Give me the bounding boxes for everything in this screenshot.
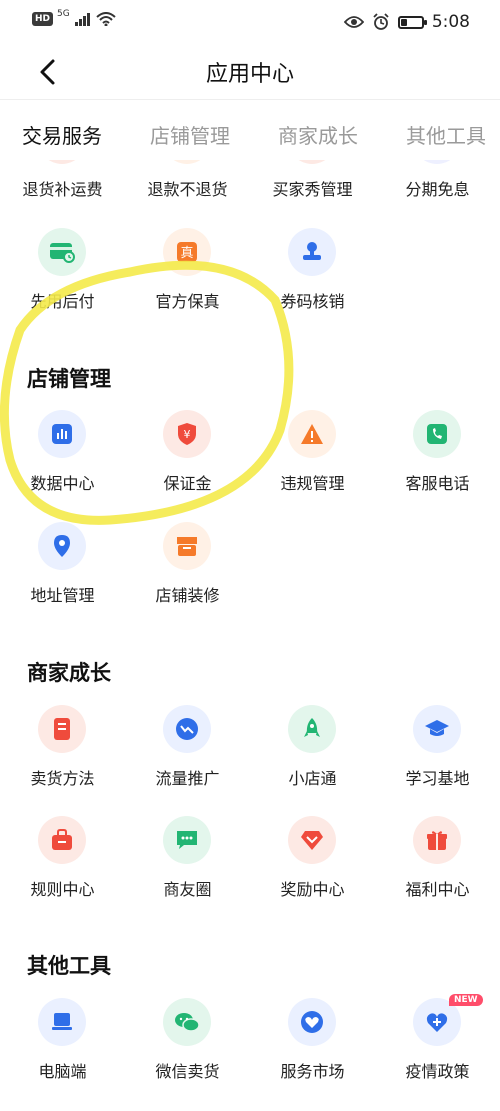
graduation-cap-icon (413, 705, 461, 753)
app-item-label: 违规管理 (280, 474, 345, 493)
app-item-violation[interactable]: 违规管理 (250, 410, 375, 520)
app-item-xiaodiantong[interactable]: 小店通 (250, 705, 375, 815)
warning-icon (288, 410, 336, 458)
app-item-label: 电脑端 (38, 1062, 87, 1081)
new-badge: NEW (449, 994, 483, 1006)
phone-icon (413, 410, 461, 458)
app-item-epidemic-policy[interactable]: NEW 疫情政策 (375, 994, 500, 1108)
app-item-label: 学习基地 (405, 769, 470, 788)
app-item-label: 退款不退货 (147, 180, 228, 199)
app-item-benefits-center[interactable]: 福利中心 (375, 816, 500, 926)
app-item-deposit[interactable]: ¥ 保证金 (125, 410, 250, 520)
app-item-traffic-promo[interactable]: 流量推广 (125, 705, 250, 815)
briefcase-icon (38, 816, 86, 864)
app-item-label: 券码核销 (280, 292, 345, 311)
shield-yuan-icon: ¥ (163, 410, 211, 458)
location-pin-icon (38, 522, 86, 570)
wechat-icon (163, 998, 211, 1046)
storefront-icon (163, 522, 211, 570)
battery-icon (397, 15, 427, 29)
hd-badge: HD (32, 12, 54, 26)
app-item-label: 店铺装修 (155, 586, 220, 605)
app-item-buyer-show[interactable]: 买家秀管理 (250, 160, 375, 226)
section-title-tools: 其他工具 (27, 954, 111, 978)
bar-chart-icon (38, 410, 86, 458)
app-item-coupon-verify[interactable]: 券码核销 (250, 228, 375, 338)
app-item-label: 小店通 (288, 769, 337, 788)
app-item-rewards-center[interactable]: 奖励中心 (250, 816, 375, 926)
trend-icon (163, 705, 211, 753)
app-item-label: 服务市场 (280, 1062, 345, 1081)
app-item-wechat-selling[interactable]: 微信卖货 (125, 998, 250, 1108)
app-item-label: 福利中心 (405, 880, 470, 899)
status-right: 5:08 (343, 12, 470, 32)
page-title: 应用中心 (205, 62, 294, 87)
status-time: 5:08 (431, 12, 470, 32)
signal-icon (74, 13, 90, 26)
app-item-rules-center[interactable]: 规则中心 (0, 816, 125, 926)
app-item-address[interactable]: 地址管理 (0, 522, 125, 632)
app-item-refund-no-return[interactable]: 退款不退货 (125, 160, 250, 226)
status-left: HD 5G (32, 9, 116, 26)
tab-other-tools[interactable]: 其他工具 (406, 120, 486, 149)
app-item-official-authentic[interactable]: 真 官方保真 (125, 228, 250, 338)
app-item-label: 客服电话 (405, 474, 470, 493)
app-item-label: 地址管理 (30, 586, 95, 605)
app-item-label: 分期免息 (405, 180, 470, 199)
app-item-pay-later[interactable]: 先用后付 (0, 228, 125, 338)
app-item-label: 先用后付 (30, 292, 95, 311)
rocket-icon (288, 705, 336, 753)
app-item-service-market[interactable]: 服务市场 (250, 998, 375, 1108)
app-item-label: 官方保真 (155, 292, 220, 311)
app-item-label: 数据中心 (30, 474, 95, 493)
network-type: 5G (57, 9, 70, 19)
status-bar: HD 5G 5:08 (0, 0, 500, 46)
app-item-desktop[interactable]: 电脑端 (0, 998, 125, 1108)
svg-text:真: 真 (180, 246, 193, 261)
section-title-growth: 商家成长 (27, 661, 111, 685)
app-item-merchant-circle[interactable]: 商友圈 (125, 816, 250, 926)
app-item-label: 卖货方法 (30, 769, 95, 788)
app-item-label: 保证金 (163, 474, 212, 493)
app-item-label: 奖励中心 (280, 880, 345, 899)
battery-fill (400, 18, 407, 26)
eye-icon (343, 16, 364, 28)
app-item-label: 商友圈 (163, 880, 212, 899)
category-tabs: 交易服务 店铺管理 商家成长 其他工具 (0, 110, 500, 160)
chat-icon (163, 816, 211, 864)
app-item-label: 微信卖货 (155, 1062, 220, 1081)
app-item-store-decoration[interactable]: 店铺装修 (125, 522, 250, 632)
nav-bar: 应用中心 (0, 46, 500, 100)
app-item-learning-base[interactable]: 学习基地 (375, 705, 500, 815)
app-item-label: 疫情政策 (405, 1062, 470, 1081)
wifi-icon (96, 12, 116, 26)
app-item-return-shipping[interactable]: 退货补运费 (0, 160, 125, 226)
section-title-store: 店铺管理 (27, 367, 111, 391)
app-item-label: 规则中心 (30, 880, 95, 899)
svg-text:¥: ¥ (184, 428, 191, 441)
stamp-icon (288, 228, 336, 276)
card-icon (38, 228, 86, 276)
diamond-icon (288, 816, 336, 864)
laptop-icon (38, 998, 86, 1046)
gift-icon (413, 816, 461, 864)
app-grid: 退货补运费 退款不退货 买家秀管理 分期免息 先用后付 真 官方保真 券码核销 … (0, 160, 500, 1111)
app-item-label: 买家秀管理 (272, 180, 353, 199)
tab-store-management[interactable]: 店铺管理 (150, 120, 230, 149)
authentic-badge-icon: 真 (163, 228, 211, 276)
heart-icon (288, 998, 336, 1046)
app-item-installment[interactable]: 分期免息 (375, 160, 500, 226)
tab-trade-services[interactable]: 交易服务 (22, 120, 102, 149)
app-item-label: 退货补运费 (22, 180, 103, 199)
tab-merchant-growth[interactable]: 商家成长 (278, 120, 358, 149)
app-item-selling-methods[interactable]: 卖货方法 (0, 705, 125, 815)
app-item-data-center[interactable]: 数据中心 (0, 410, 125, 520)
alarm-icon (373, 13, 389, 30)
app-item-label: 流量推广 (155, 769, 220, 788)
app-item-service-phone[interactable]: 客服电话 (375, 410, 500, 520)
book-icon (38, 705, 86, 753)
